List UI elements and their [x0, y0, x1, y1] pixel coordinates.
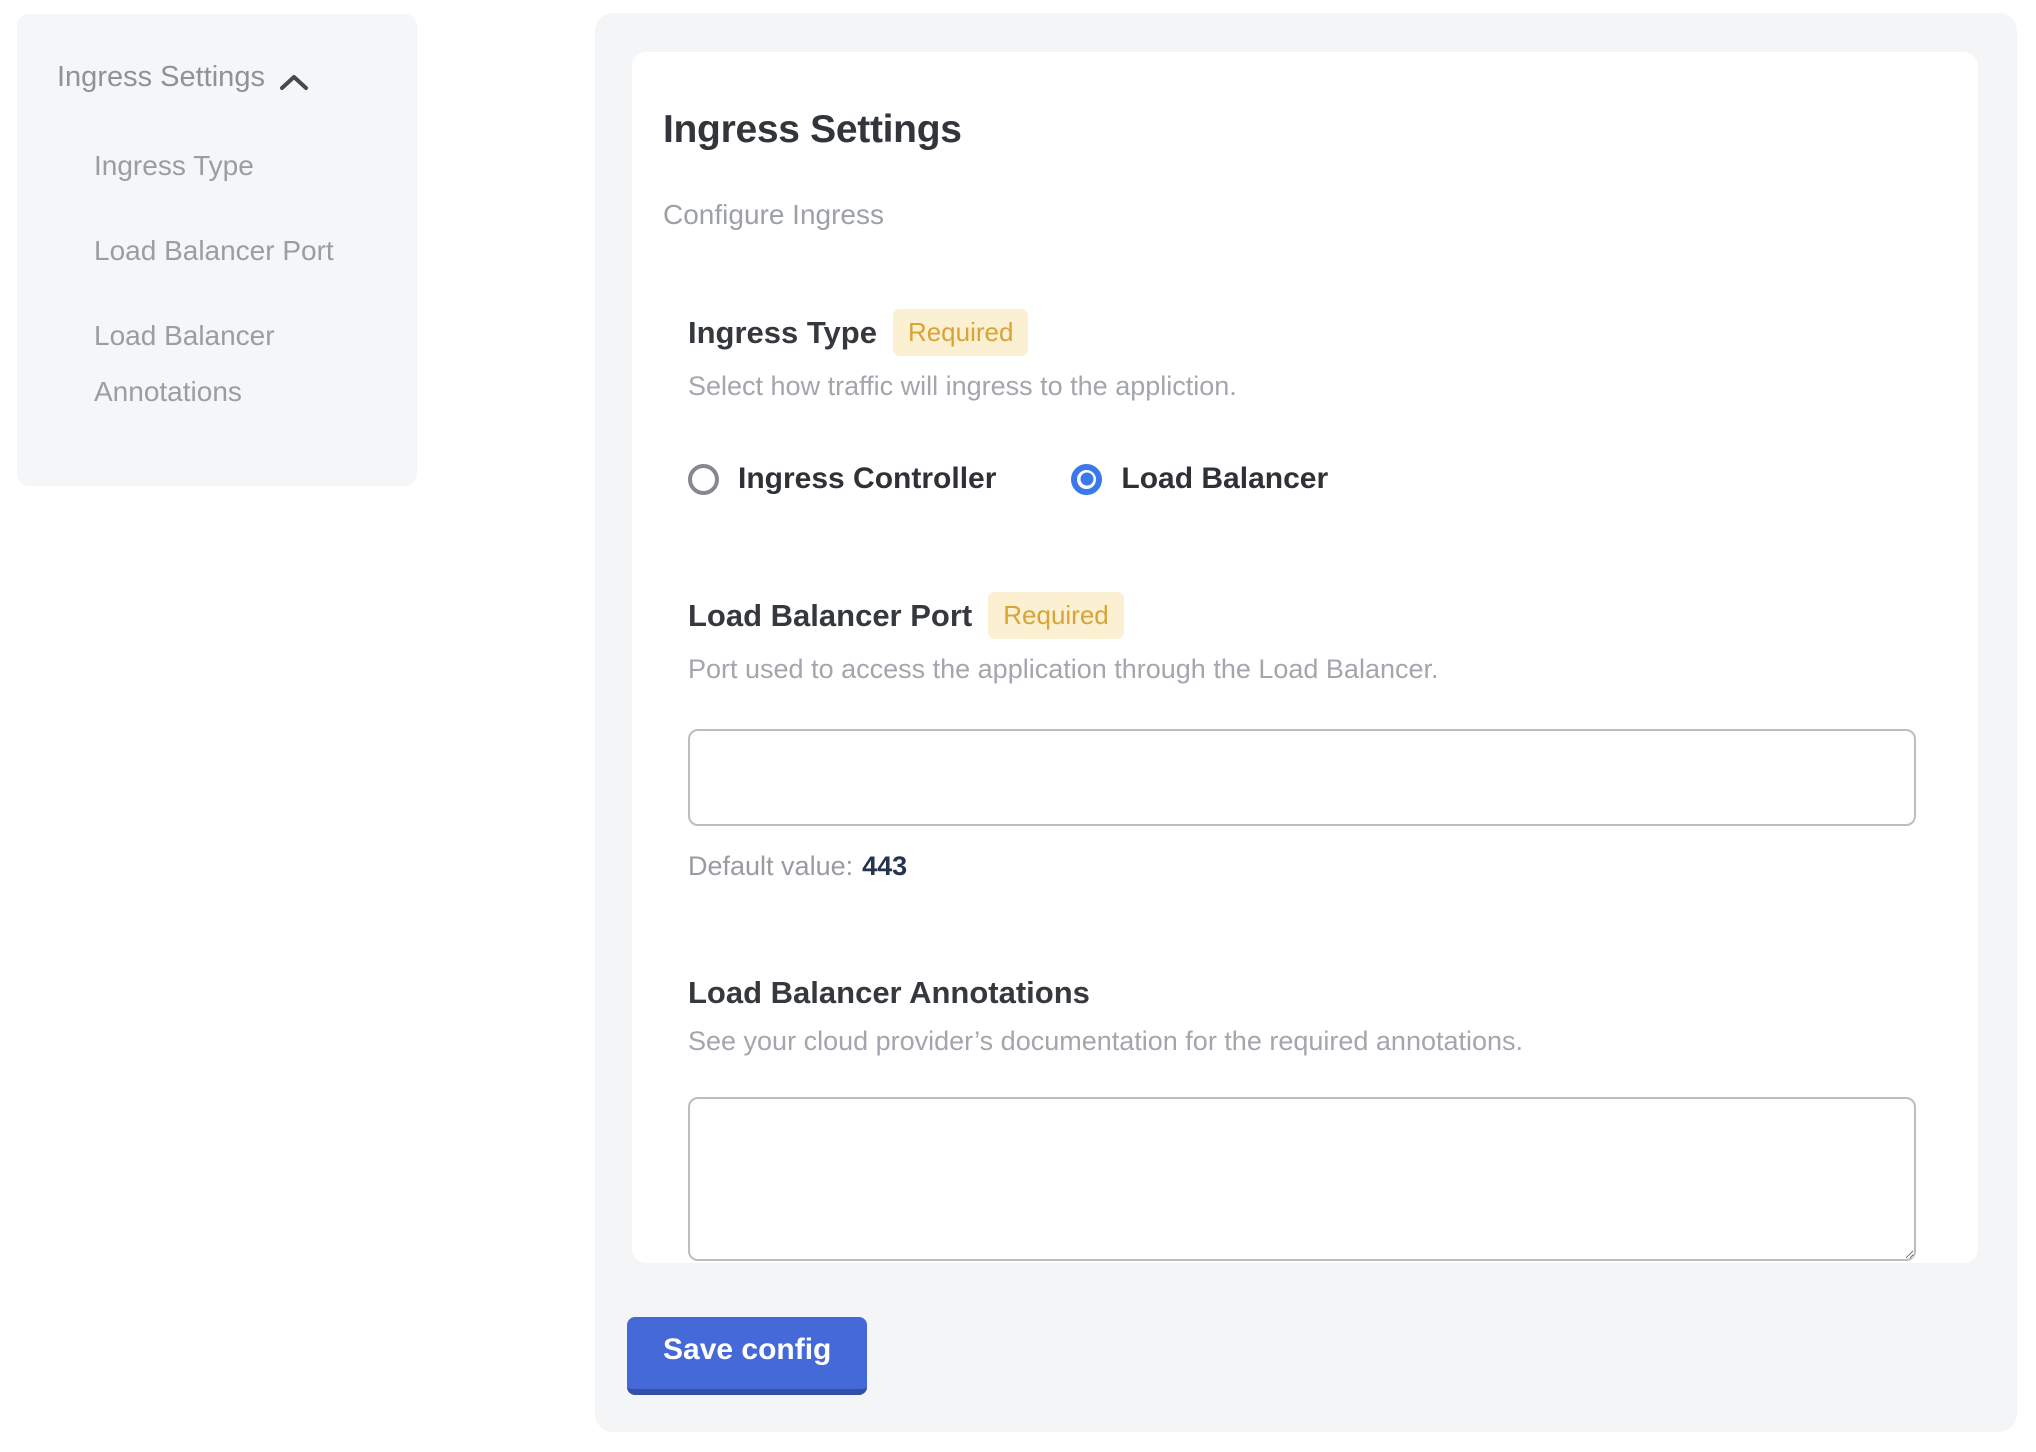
radio-unselected-icon[interactable] — [688, 464, 719, 495]
load-balancer-port-input[interactable] — [688, 729, 1916, 826]
page-subtitle: Configure Ingress — [663, 199, 1947, 231]
ingress-type-description: Select how traffic will ingress to the a… — [688, 371, 1947, 402]
field-load-balancer-annotations: Load Balancer Annotations See your cloud… — [688, 975, 1947, 1261]
load-balancer-annotations-description: See your cloud provider’s documentation … — [688, 1026, 1947, 1057]
sidebar-item-load-balancer-annotations[interactable]: Load Balancer Annotations — [94, 308, 379, 420]
sidebar-group-label: Ingress Settings — [57, 61, 265, 94]
load-balancer-annotations-label: Load Balancer Annotations — [688, 975, 1090, 1011]
load-balancer-annotations-textarea[interactable] — [688, 1097, 1916, 1261]
required-badge: Required — [893, 309, 1029, 356]
sidebar-item-load-balancer-port[interactable]: Load Balancer Port — [94, 223, 379, 279]
ingress-type-radio-group: Ingress Controller Load Balancer — [688, 462, 1947, 496]
ingress-type-label: Ingress Type — [688, 315, 877, 351]
sidebar-item-ingress-type[interactable]: Ingress Type — [94, 138, 379, 194]
radio-selected-icon[interactable] — [1071, 464, 1102, 495]
default-value-label: Default value: — [688, 851, 853, 881]
sidebar-group-ingress-settings[interactable]: Ingress Settings — [57, 61, 381, 94]
chevron-up-icon — [279, 68, 309, 88]
default-value-note: Default value: 443 — [688, 851, 1947, 882]
required-badge: Required — [988, 592, 1124, 639]
config-form: Ingress Type Required Select how traffic… — [688, 309, 1947, 1261]
default-value-number: 443 — [862, 851, 907, 881]
page-title: Ingress Settings — [663, 108, 1947, 152]
save-config-button[interactable]: Save config — [627, 1317, 867, 1395]
config-card: Ingress Settings Configure Ingress Ingre… — [632, 52, 1978, 1263]
config-panel: Ingress Settings Configure Ingress Ingre… — [595, 13, 2017, 1432]
load-balancer-port-description: Port used to access the application thro… — [688, 654, 1947, 685]
radio-option-ingress-controller[interactable]: Ingress Controller — [688, 462, 996, 496]
sidebar-sublist: Ingress Type Load Balancer Port Load Bal… — [57, 138, 381, 420]
load-balancer-port-label: Load Balancer Port — [688, 598, 972, 634]
radio-label-load-balancer: Load Balancer — [1121, 462, 1328, 496]
radio-label-ingress-controller: Ingress Controller — [738, 462, 996, 496]
field-load-balancer-port: Load Balancer Port Required Port used to… — [688, 592, 1947, 882]
radio-option-load-balancer[interactable]: Load Balancer — [1071, 462, 1328, 496]
settings-sidebar: Ingress Settings Ingress Type Load Balan… — [17, 14, 417, 486]
field-ingress-type: Ingress Type Required Select how traffic… — [688, 309, 1947, 496]
